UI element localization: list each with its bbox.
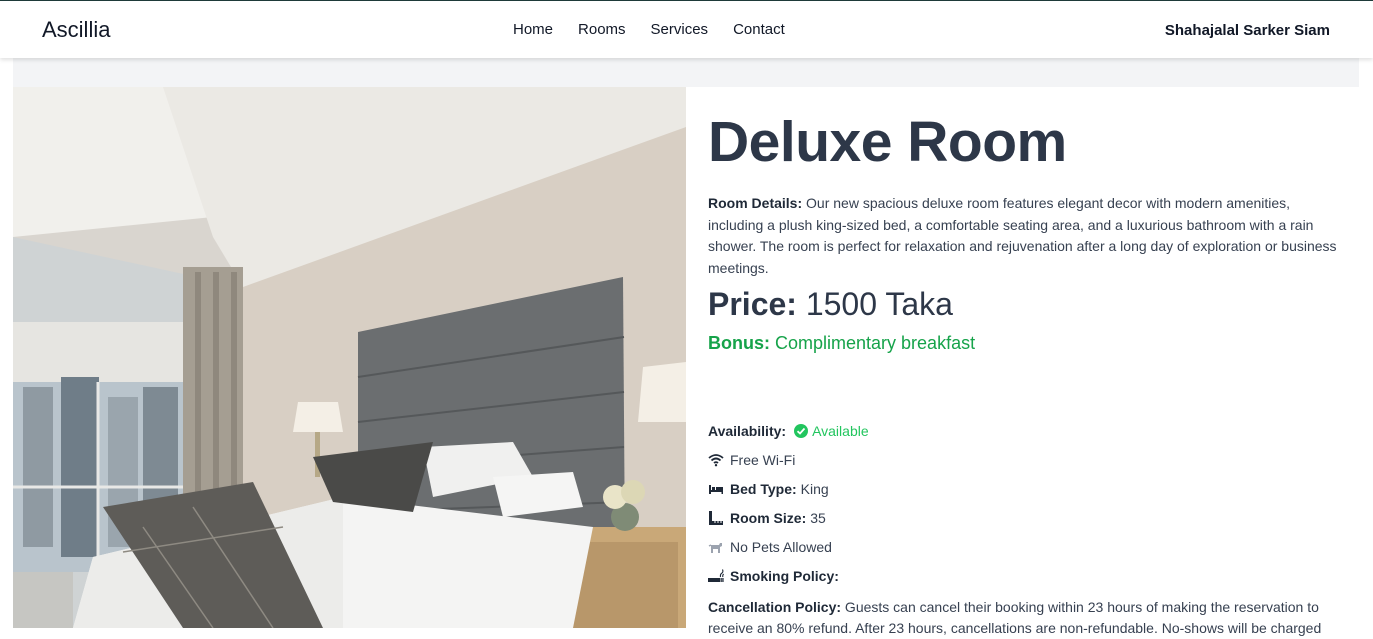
ruler-icon [709,511,723,525]
room-price: Price: 1500 Taka [708,286,953,323]
cancellation-policy: Cancellation Policy: Guests can cancel t… [708,597,1340,639]
price-label: Price: [708,286,797,322]
main-menu: Home Rooms Services Contact [513,21,810,38]
smoking-row: Smoking Policy: [708,568,843,584]
bed-type-value: King [800,481,829,497]
nav-link-home[interactable]: Home [513,21,553,38]
wifi-icon [708,454,724,467]
bonus-value: Complimentary breakfast [770,333,976,353]
pets-text: No Pets Allowed [730,539,832,555]
page-banner [13,58,1359,87]
bonus-label: Bonus: [708,333,770,353]
bed-icon [709,485,723,494]
room-size-label: Room Size: [730,510,807,526]
availability-label: Availability: [708,423,787,439]
room-photo [13,87,686,628]
navbar: Ascillia Home Rooms Services Contact Sha… [0,1,1373,58]
wifi-row: Free Wi-Fi [708,452,795,468]
smoking-icon [708,569,724,582]
check-circle-icon [794,424,809,438]
availability-status: Available [790,423,869,439]
nav-link-rooms[interactable]: Rooms [578,21,626,38]
room-bonus: Bonus: Complimentary breakfast [708,333,975,354]
nav-link-services[interactable]: Services [651,21,709,38]
room-details-text: Our new spacious deluxe room features el… [708,195,1337,277]
bed-type-row: Bed Type: King [708,481,829,497]
pets-row: No Pets Allowed [708,539,832,555]
user-name[interactable]: Shahajalal Sarker Siam [1165,22,1330,39]
room-details: Room Details: Our new spacious deluxe ro… [708,193,1340,280]
nav-link-contact[interactable]: Contact [733,21,785,38]
room-size-value: 35 [810,510,826,526]
price-value: 1500 Taka [796,286,953,322]
room-size-row: Room Size: 35 [708,510,826,526]
brand-logo[interactable]: Ascillia [42,17,110,43]
cancellation-label: Cancellation Policy: [708,599,842,615]
smoking-label: Smoking Policy: [730,568,839,584]
page-title: Deluxe Room [708,110,1067,174]
no-pets-icon [708,543,722,553]
wifi-text: Free Wi-Fi [730,452,796,468]
availability-row: Availability: Available [708,423,869,439]
availability-value: Available [812,423,869,439]
room-details-label: Room Details: [708,195,803,211]
bed-type-label: Bed Type: [730,481,797,497]
